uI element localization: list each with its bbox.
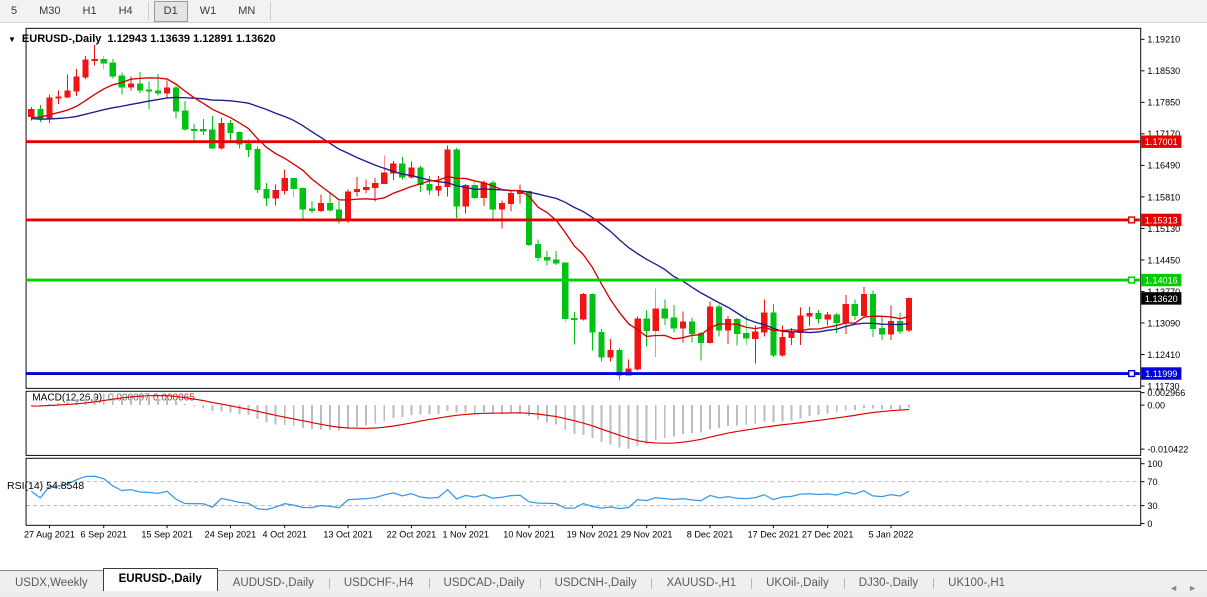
svg-text:0.000097: 0.000097 — [108, 392, 150, 403]
svg-text:1.15810: 1.15810 — [1147, 192, 1180, 202]
svg-text:1.18530: 1.18530 — [1147, 66, 1180, 76]
svg-text:1.11999: 1.11999 — [1145, 369, 1177, 379]
svg-text:1.17850: 1.17850 — [1147, 98, 1180, 108]
chart-title: ▼ EURUSD-,Daily 1.12943 1.13639 1.12891 … — [8, 33, 276, 45]
price-level-badge-1.14016: 1.14016 — [1141, 273, 1182, 287]
svg-text:1.12410: 1.12410 — [1147, 350, 1180, 360]
rsi-name: RSI(14) — [7, 480, 44, 492]
price-level-badge-1.17001: 1.17001 — [1141, 135, 1182, 148]
timeframe-button-m30[interactable]: M30 — [29, 1, 70, 22]
symbol-tab-ukoil-daily[interactable]: UKOil-,Daily — [751, 574, 844, 593]
svg-text:13 Oct 2021: 13 Oct 2021 — [323, 530, 372, 540]
symbol-tab-usdchf-h4[interactable]: USDCHF-,H4 — [328, 574, 429, 593]
svg-text:1.15313: 1.15313 — [1145, 215, 1178, 225]
svg-text:4 Oct 2021: 4 Oct 2021 — [263, 530, 307, 540]
svg-text:17 Dec 2021: 17 Dec 2021 — [748, 530, 799, 540]
svg-text:0.002966: 0.002966 — [1147, 388, 1185, 398]
svg-text:1.16490: 1.16490 — [1147, 161, 1180, 171]
price-level-badge-1.11999: 1.11999 — [1141, 367, 1182, 380]
chart-canvas[interactable]: 1.19210 1.18530 1.17850 1.17170 1.16490 1.158… — [0, 24, 1207, 566]
rsi-indicator-label: RSI(14) 54.8548 — [7, 480, 84, 492]
timeframe-button-mn[interactable]: MN — [228, 1, 265, 22]
svg-text:24 Sep 2021: 24 Sep 2021 — [205, 530, 256, 540]
svg-text:5 Jan 2022: 5 Jan 2022 — [869, 530, 914, 540]
svg-text:1.13090: 1.13090 — [1147, 318, 1180, 328]
svg-text:19 Nov 2021: 19 Nov 2021 — [567, 530, 618, 540]
svg-text:22 Oct 2021: 22 Oct 2021 — [387, 530, 436, 540]
svg-text:1 Nov 2021: 1 Nov 2021 — [442, 530, 488, 540]
statusbar-strip — [0, 592, 1207, 597]
symbol-tab-usdcad-daily[interactable]: USDCAD-,Daily — [428, 574, 540, 593]
symbol-tab-usdx-weekly[interactable]: USDX,Weekly — [0, 574, 103, 593]
svg-text:27 Aug 2021: 27 Aug 2021 — [24, 530, 75, 540]
symbol-tab-dj30-daily[interactable]: DJ30-,Daily — [843, 574, 933, 593]
rsi-value: 54.8548 — [46, 480, 85, 492]
timeframe-button-h4[interactable]: H4 — [109, 1, 143, 22]
timeframe-button-h1[interactable]: H1 — [73, 1, 107, 22]
chart-title-ohlc: 1.12943 1.13639 1.12891 1.13620 — [107, 33, 276, 45]
timeframe-button-5[interactable]: 5 — [1, 1, 27, 22]
svg-text:100: 100 — [1147, 459, 1162, 469]
svg-text:0.00: 0.00 — [1147, 400, 1165, 410]
svg-text:-0.010422: -0.010422 — [1147, 444, 1188, 454]
symbol-tab-xauusd-h1[interactable]: XAUUSD-,H1 — [651, 574, 751, 593]
svg-text:1.13620: 1.13620 — [1145, 294, 1178, 304]
svg-text:70: 70 — [1147, 477, 1157, 487]
chart-svg[interactable]: 1.192101.185301.178501.171701.164901.158… — [0, 24, 1207, 566]
symbol-tabbar: USDX,Weekly EURUSD-,Daily AUDUSD-,Daily USD… — [0, 568, 1207, 593]
timeframe-button-w1[interactable]: W1 — [190, 1, 227, 22]
toolbar-separator — [270, 2, 272, 20]
svg-text:6 Sep 2021: 6 Sep 2021 — [81, 530, 127, 540]
symbol-tab-eurusd-daily[interactable]: EURUSD-,Daily — [102, 568, 218, 591]
current-price-badge: 1.13620 — [1141, 292, 1182, 305]
price-level-badge-1.15313: 1.15313 — [1141, 213, 1182, 227]
svg-text:15 Sep 2021: 15 Sep 2021 — [141, 530, 193, 540]
svg-text:0: 0 — [1147, 519, 1152, 529]
timeframe-toolbar: 5 M30 H1 H4 D1 W1 MN — [0, 0, 1207, 23]
svg-text:29 Nov 2021: 29 Nov 2021 — [621, 530, 672, 540]
svg-text:1.19210: 1.19210 — [1147, 35, 1180, 45]
rsi-panel[interactable] — [25, 457, 1142, 526]
chart-title-symbol: EURUSD-,Daily — [21, 33, 102, 45]
chart-dropdown-icon[interactable]: ▼ — [8, 35, 16, 44]
svg-text:30: 30 — [1147, 501, 1157, 511]
main-price-panel[interactable] — [25, 27, 1142, 389]
symbol-tab-usdcnh-daily[interactable]: USDCNH-,Daily — [539, 574, 652, 593]
macd-indicator-label: MACD(12,26,9) 0.000097 0.000065 — [32, 392, 195, 403]
mt4-window: { "toolbar": { "timeframes": ["5","M30",… — [0, 0, 1207, 597]
svg-text:1.17001: 1.17001 — [1145, 137, 1178, 147]
svg-text:27 Dec 2021: 27 Dec 2021 — [802, 530, 853, 540]
timeframe-button-d1[interactable]: D1 — [153, 0, 188, 22]
symbol-tab-uk100-h1[interactable]: UK100-,H1 — [933, 574, 1020, 593]
svg-text:1.14016: 1.14016 — [1145, 275, 1178, 285]
svg-text:8 Dec 2021: 8 Dec 2021 — [687, 530, 733, 540]
toolbar-separator — [147, 2, 149, 20]
svg-text:10 Nov 2021: 10 Nov 2021 — [503, 530, 554, 540]
symbol-tab-audusd-daily[interactable]: AUDUSD-,Daily — [218, 574, 329, 593]
svg-text:1.14450: 1.14450 — [1147, 255, 1180, 265]
